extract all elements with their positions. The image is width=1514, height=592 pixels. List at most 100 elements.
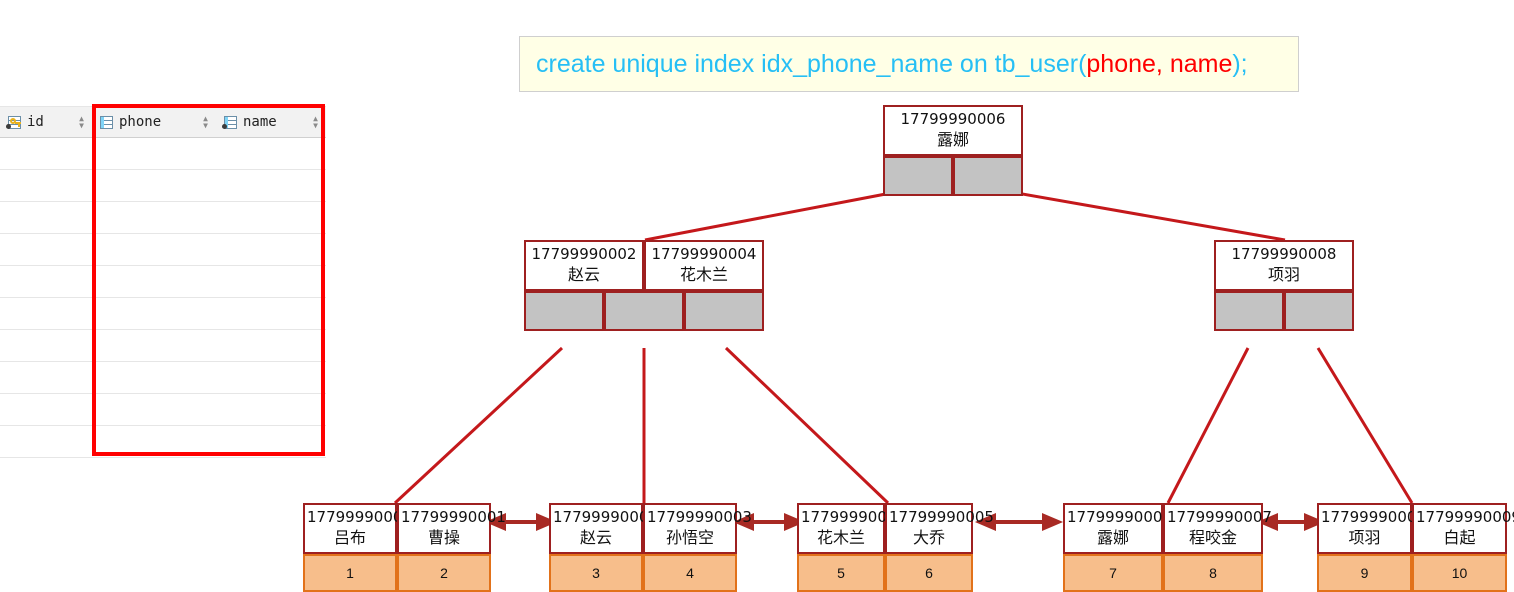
key-row: 17799990006 露娜 — [883, 105, 1023, 156]
pointer-cell — [1214, 291, 1284, 331]
table-row[interactable] — [0, 233, 326, 266]
link-internal-left-to-leaf-3 — [724, 346, 890, 505]
pointer-cell — [1284, 291, 1354, 331]
id-row: 34 — [549, 554, 737, 592]
id-row: 56 — [797, 554, 973, 592]
leaf-key-cell: 17799990005 大乔 — [885, 503, 994, 554]
key-cell: 17799990006 露娜 — [883, 105, 1023, 156]
key-row: 17799990008 项羽 — [1214, 240, 1354, 291]
primary-key-column-icon — [6, 115, 21, 129]
table-row[interactable] — [0, 425, 326, 458]
column-header-phone[interactable]: phone ▲ ▼ — [92, 106, 216, 138]
sort-arrows-icon[interactable]: ▲ ▼ — [77, 115, 86, 130]
cell-phone — [92, 425, 216, 458]
cell-phone — [92, 361, 216, 394]
column-header-id[interactable]: id ▲ ▼ — [0, 106, 92, 138]
pointer-cell — [684, 291, 764, 331]
leaf-key-cell: 17799990002 赵云 — [549, 503, 658, 554]
id-row: 9 10 — [1317, 554, 1507, 592]
cell-phone — [92, 137, 216, 170]
leaf-node: 17799990002 赵云 17799990003 孙悟空 3 4 — [549, 503, 752, 592]
cell-name — [216, 425, 326, 458]
table-row[interactable] — [0, 329, 326, 362]
table-row[interactable] — [0, 265, 326, 298]
leaf-key-cell: 17799990003 孙悟空 — [643, 503, 752, 554]
pointer-cell — [604, 291, 684, 331]
leaf-key-cell: 17799990007 程咬金 — [1163, 503, 1272, 554]
table-header-row: id ▲ ▼ phone ▲ ▼ name ▲ ▼ — [0, 106, 326, 138]
link-root-to-internal-left — [644, 186, 918, 242]
link-internal-right-to-leaf-4 — [1166, 347, 1250, 504]
sort-arrows-icon[interactable]: ▲ ▼ — [311, 115, 320, 130]
cell-name — [216, 201, 326, 234]
link-root-to-internal-right — [987, 186, 1286, 242]
cell-phone — [92, 169, 216, 202]
table-row[interactable] — [0, 137, 326, 170]
sql-close-paren: ); — [1232, 49, 1248, 78]
table-column-icon — [222, 115, 237, 129]
pointer-cell — [524, 291, 604, 331]
leaf-key-cell: 17799990000 吕布 — [303, 503, 412, 554]
leaf-id-cell: 4 — [643, 554, 737, 592]
leaf-key-cell: 17799990009 白起 — [1412, 503, 1514, 554]
table-row[interactable] — [0, 361, 326, 394]
diagram-canvas: create unique index idx_phone_name on tb… — [0, 0, 1514, 592]
sql-prefix: create unique index idx_phone_name on tb… — [536, 49, 1079, 78]
cell-id — [0, 169, 92, 202]
leaf-id-cell: 10 — [1412, 554, 1507, 592]
cell-name — [216, 393, 326, 426]
cell-name — [216, 297, 326, 330]
user-data-table[interactable]: id ▲ ▼ phone ▲ ▼ name ▲ ▼ — [0, 106, 326, 458]
leaf-id-cell: 7 — [1063, 554, 1163, 592]
column-header-name-label: name — [243, 114, 277, 130]
leaf-id-cell: 9 — [1317, 554, 1412, 592]
table-row[interactable] — [0, 393, 326, 426]
cell-name — [216, 137, 326, 170]
key-cell: 17799990004 花木兰 — [644, 240, 764, 291]
cell-phone — [92, 393, 216, 426]
internal-node-right: 17799990008 项羽 — [1214, 240, 1354, 331]
table-column-icon — [98, 115, 113, 129]
leaf-node: 17799990006 露娜 17799990007 程咬金 7 8 — [1063, 503, 1272, 592]
cell-id — [0, 425, 92, 458]
cell-name — [216, 265, 326, 298]
leaf-id-cell: 5 — [797, 554, 885, 592]
pointer-row — [524, 291, 764, 331]
cell-id — [0, 393, 92, 426]
leaf-id-cell: 6 — [885, 554, 973, 592]
cell-id — [0, 233, 92, 266]
table-row[interactable] — [0, 169, 326, 202]
leaf-id-cell: 2 — [397, 554, 491, 592]
cell-id — [0, 297, 92, 330]
leaf-key-cell: 17799990008 项羽 — [1317, 503, 1426, 554]
table-row[interactable] — [0, 201, 326, 234]
link-internal-left-to-leaf-1 — [393, 346, 564, 505]
pointer-row — [883, 156, 1023, 196]
leaf-key-cell: 17799990001 曹操 — [397, 503, 506, 554]
pointer-cell — [953, 156, 1023, 196]
leaf-id-cell: 3 — [549, 554, 643, 592]
column-header-phone-label: phone — [119, 114, 162, 130]
key-cell: 17799990002 赵云 — [524, 240, 644, 291]
key-row: 17799990000 吕布 17799990001 曹操 — [303, 503, 506, 554]
cell-phone — [92, 329, 216, 362]
table-row[interactable] — [0, 297, 326, 330]
cell-id — [0, 137, 92, 170]
sort-arrows-icon[interactable]: ▲ ▼ — [201, 115, 210, 130]
key-row: 17799990004 花木兰 17799990005 大乔 — [797, 503, 994, 554]
pointer-row — [1214, 291, 1354, 331]
cell-id — [0, 265, 92, 298]
sql-columns: phone, name — [1086, 49, 1233, 78]
sql-statement-text: create unique index idx_phone_name on tb… — [536, 50, 1248, 79]
internal-node-left: 17799990002 赵云 17799990004 花木兰 — [524, 240, 764, 331]
column-header-name[interactable]: name ▲ ▼ — [216, 106, 326, 138]
leaf-id-cell: 8 — [1163, 554, 1263, 592]
leaf-node: 17799990004 花木兰 17799990005 大乔 5 6 — [797, 503, 994, 592]
root-node: 17799990006 露娜 — [883, 105, 1023, 196]
table-body — [0, 137, 326, 458]
cell-phone — [92, 297, 216, 330]
cell-name — [216, 329, 326, 362]
leaf-id-cell: 1 — [303, 554, 397, 592]
cell-name — [216, 233, 326, 266]
sql-statement-box: create unique index idx_phone_name on tb… — [519, 36, 1299, 92]
